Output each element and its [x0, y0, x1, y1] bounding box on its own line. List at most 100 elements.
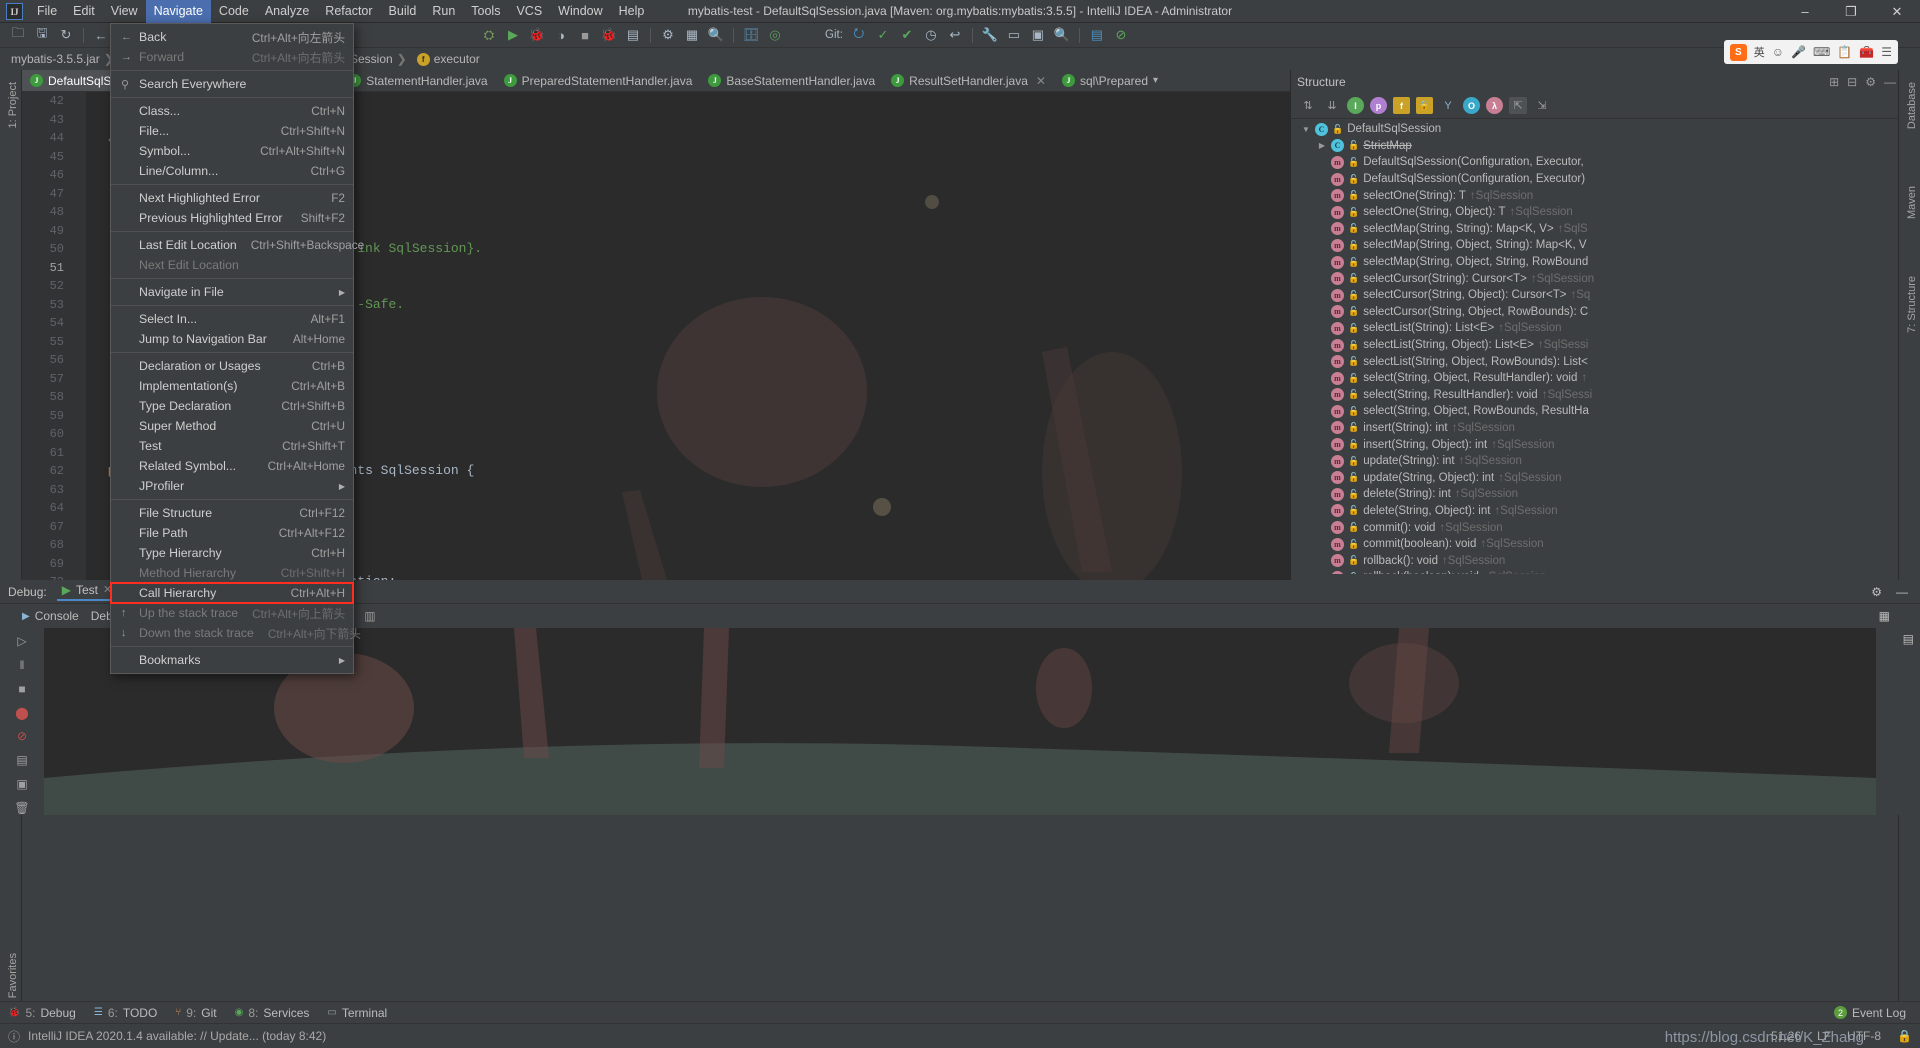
wrench-icon[interactable]: 🔧: [979, 25, 1001, 45]
structure-item[interactable]: m 🔓 selectMap(String, Object, String): Map…: [1291, 237, 1902, 254]
structure-item[interactable]: m 🔓 commit(): void ↑SqlSession: [1291, 519, 1902, 536]
menu-view[interactable]: View: [103, 0, 146, 23]
menu-item-related-symbol[interactable]: Related Symbol... Ctrl+Alt+Home: [111, 456, 353, 476]
structure-item[interactable]: m 🔓 insert(String, Object): int ↑SqlSessio…: [1291, 436, 1902, 453]
debug-settings-icon[interactable]: ▦: [1879, 609, 1920, 623]
structure-item[interactable]: m 🔓 selectList(String): List<E> ↑SqlSessio…: [1291, 320, 1902, 337]
menu-file[interactable]: File: [29, 0, 65, 23]
sogou-logo-icon[interactable]: S: [1729, 43, 1747, 61]
structure-item[interactable]: m 🔓 update(String): int ↑SqlSession: [1291, 453, 1902, 470]
trash-icon[interactable]: 🗑: [12, 800, 32, 815]
view-breakpoints-icon[interactable]: ⬤: [12, 705, 32, 720]
structure-item[interactable]: m 🔓 DefaultSqlSession(Configuration, Execu…: [1291, 154, 1902, 171]
menu-item-jprofiler[interactable]: JProfiler ▶: [111, 476, 353, 496]
gutter-line-number[interactable]: 45: [22, 148, 86, 167]
maximize-button[interactable]: ❐: [1828, 0, 1874, 23]
pause-icon[interactable]: ‖: [12, 658, 32, 673]
terminal-icon[interactable]: ▭: [1003, 25, 1025, 45]
sync-icon[interactable]: ↻: [55, 25, 77, 45]
show-properties-icon[interactable]: p: [1370, 97, 1387, 114]
menu-analyze[interactable]: Analyze: [257, 0, 317, 23]
structure-item[interactable]: m 🔓 selectOne(String): T ↑SqlSession: [1291, 187, 1902, 204]
structure-item[interactable]: m 🔓 selectCursor(String, Object): Cursor<T…: [1291, 287, 1902, 304]
structure-item[interactable]: m 🔓 commit(boolean): void ↑SqlSession: [1291, 536, 1902, 553]
editor-tab-statementhandler[interactable]: J StatementHandler.java: [340, 70, 495, 91]
structure-item[interactable]: m 🔓 selectList(String, Object): List<E> ↑S…: [1291, 337, 1902, 354]
gutter-line-number[interactable]: 54: [22, 314, 86, 333]
menu-item-test[interactable]: Test Ctrl+Shift+T: [111, 436, 353, 456]
attach-debug-icon[interactable]: 🐞: [598, 25, 620, 45]
show-anonymous-icon[interactable]: O: [1463, 97, 1480, 114]
structure-item[interactable]: m 🔓 update(String, Object): int ↑SqlSessio…: [1291, 469, 1902, 486]
menu-item-last-edit-location[interactable]: Last Edit Location Ctrl+Shift+Backspace: [111, 235, 364, 255]
gutter-line-number[interactable]: 60: [22, 425, 86, 444]
menu-item-file-structure[interactable]: File Structure Ctrl+F12: [111, 503, 353, 523]
sidebar-tab-structure[interactable]: 7: Structure: [1902, 270, 1920, 339]
menu-item-super-method[interactable]: Super Method Ctrl+U: [111, 416, 353, 436]
gutter-line-number[interactable]: 56: [22, 351, 86, 370]
editor-tab-basestatementhandler[interactable]: J BaseStatementHandler.java: [700, 70, 883, 91]
editor-tab-preparedstatementhandler[interactable]: J PreparedStatementHandler.java: [496, 70, 701, 91]
menu-item-line-column[interactable]: Line/Column... Ctrl+G: [111, 161, 353, 181]
bottom-tab-terminal[interactable]: ▭ Terminal: [327, 1006, 387, 1020]
gutter-line-number[interactable]: 50: [22, 240, 86, 259]
debug-settings-gear-icon[interactable]: ⚙: [1871, 585, 1882, 599]
menu-tools[interactable]: Tools: [463, 0, 508, 23]
menu-edit[interactable]: Edit: [65, 0, 103, 23]
chevron-right-icon[interactable]: ▶: [1317, 141, 1327, 150]
structure-item[interactable]: m 🔓 selectList(String, Object, RowBounds):…: [1291, 353, 1902, 370]
menu-item-class[interactable]: Class... Ctrl+N: [111, 101, 353, 121]
structure-item[interactable]: m 🔓 DefaultSqlSession(Configuration, Execu…: [1291, 171, 1902, 188]
menu-run[interactable]: Run: [424, 0, 463, 23]
sidebar-tab-favorites[interactable]: Favorites: [3, 947, 23, 1004]
sql-console-icon[interactable]: ▤: [1086, 25, 1108, 45]
gutter-line-number[interactable]: 69: [22, 555, 86, 574]
gutter-line-number[interactable]: 48: [22, 203, 86, 222]
minimize-button[interactable]: –: [1782, 0, 1828, 23]
sidebar-tab-maven[interactable]: Maven: [1902, 180, 1920, 225]
structure-item[interactable]: m 🔓 selectCursor(String): Cursor<T> ↑SqlSe…: [1291, 270, 1902, 287]
search-icon[interactable]: 🔍: [705, 25, 727, 45]
hide-icon[interactable]: —: [1884, 75, 1896, 89]
structure-item[interactable]: ▶ C 🔓 StrictMap: [1291, 138, 1902, 155]
menu-refactor[interactable]: Refactor: [317, 0, 380, 23]
threads-icon[interactable]: ▥: [364, 609, 375, 623]
structure-item[interactable]: m 🔓 rollback(boolean): void ↑SqlSession: [1291, 569, 1902, 574]
editor-tab-resultsethandler[interactable]: J ResultSetHandler.java ✕: [883, 70, 1054, 91]
stop-icon[interactable]: ■: [574, 25, 596, 45]
menu-icon[interactable]: ☰: [1881, 45, 1892, 59]
keyboard-icon[interactable]: ⌨: [1813, 45, 1830, 59]
preview-icon[interactable]: ▣: [1027, 25, 1049, 45]
menu-item-type-declaration[interactable]: Type Declaration Ctrl+Shift+B: [111, 396, 353, 416]
close-button[interactable]: ✕: [1874, 0, 1920, 23]
structure-item[interactable]: m 🔓 select(String, ResultHandler): void ↑S…: [1291, 387, 1902, 404]
sidebar-tab-project[interactable]: 1: Project: [3, 76, 23, 134]
find-icon[interactable]: 🔍: [1051, 25, 1073, 45]
mic-icon[interactable]: 🎤: [1791, 45, 1806, 59]
chevron-down-icon[interactable]: ▾: [1153, 75, 1158, 86]
expand-all-icon[interactable]: ⊞: [1829, 75, 1839, 89]
gutter-line-number[interactable]: 44: [22, 129, 86, 148]
menu-window[interactable]: Window: [550, 0, 610, 23]
show-non-public-icon[interactable]: 🔒: [1416, 97, 1433, 114]
structure-tree[interactable]: ▼ C 🔓 DefaultSqlSession ▶ C 🔓 StrictMap m 🔓 Defaul…: [1291, 119, 1902, 574]
emoji-icon[interactable]: ☺: [1772, 45, 1784, 59]
structure-item[interactable]: m 🔓 selectOne(String, Object): T ↑SqlSessi…: [1291, 204, 1902, 221]
gutter-line-number[interactable]: 63: [22, 481, 86, 500]
navigate-dropdown-menu[interactable]: ← Back Ctrl+Alt+向左箭头 → Forward Ctrl+Alt+向右箭头 ⚲…: [110, 23, 364, 674]
settings-icon[interactable]: ⚙: [657, 25, 679, 45]
profile-icon[interactable]: ▤: [622, 25, 644, 45]
sort-by-visibility-icon[interactable]: ⇅: [1299, 97, 1317, 114]
build-icon[interactable]: ⛭: [478, 25, 500, 45]
settings-gear-icon[interactable]: ⚙: [1865, 75, 1876, 89]
chevron-down-icon[interactable]: ▼: [1301, 125, 1311, 134]
menu-item-declaration-or-usages[interactable]: Declaration or Usages Ctrl+B: [111, 356, 353, 376]
structure-item[interactable]: m 🔓 selectCursor(String, Object, RowBounds…: [1291, 304, 1902, 321]
back-arrow-icon[interactable]: ←: [90, 25, 112, 45]
menu-item-file-path[interactable]: File Path Ctrl+Alt+F12: [111, 523, 353, 543]
bottom-tab-services[interactable]: ◉ 8: Services: [235, 1006, 310, 1020]
gutter-line-number[interactable]: 68: [22, 536, 86, 555]
bottom-tab-todo[interactable]: ☰ 6: TODO: [94, 1006, 157, 1020]
gutter-line-number[interactable]: 58: [22, 388, 86, 407]
rollback-icon[interactable]: ↩: [944, 25, 966, 45]
